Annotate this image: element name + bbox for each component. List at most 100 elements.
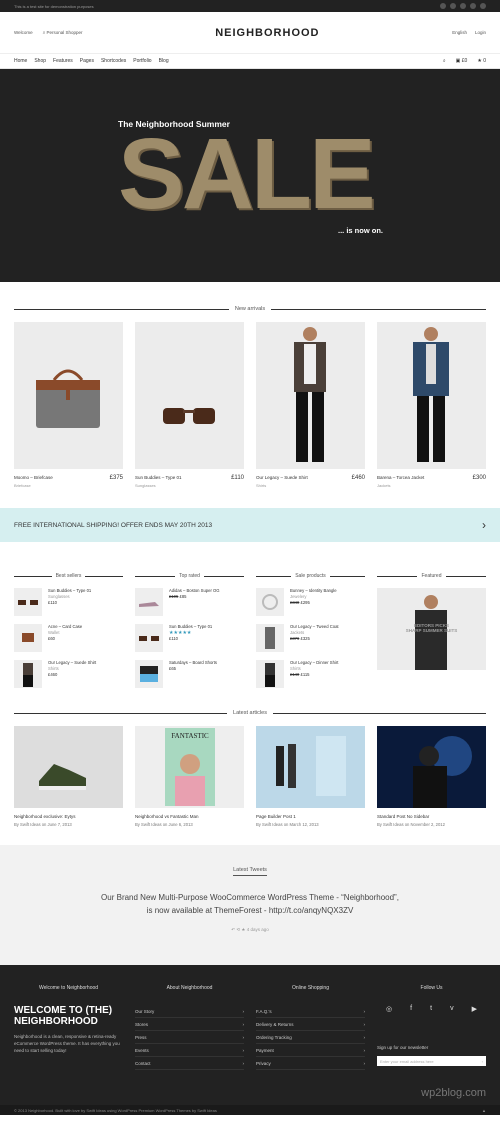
list-item[interactable]: Our Legacy – Tweed Coat Jackets £376 £325: [256, 624, 365, 660]
product-image-suede-shirt[interactable]: [256, 322, 365, 469]
facebook-icon[interactable]: f: [410, 1005, 412, 1013]
footer-link[interactable]: Contact ›: [135, 1057, 244, 1070]
vimeo-icon[interactable]: v: [450, 1005, 454, 1013]
article-title[interactable]: Standard Post No Sidebar: [377, 814, 486, 819]
footer-link[interactable]: Our Story ›: [135, 1005, 244, 1018]
newsletter-input[interactable]: Enter your email address here ›: [377, 1056, 486, 1066]
product-image-sunglasses[interactable]: [135, 322, 244, 469]
cart-button[interactable]: ▣ £0: [456, 58, 468, 64]
dribbble-icon[interactable]: ◎: [386, 1005, 392, 1013]
product-card[interactable]: Barena – Torcea Jacket £300 Jackets: [377, 322, 486, 488]
arrow-right-icon[interactable]: ›: [482, 1059, 483, 1064]
article-title[interactable]: Neighborhood exclusive: Eytys: [14, 814, 123, 819]
chevron-right-icon[interactable]: ›: [482, 518, 486, 532]
product-name[interactable]: Sun Buddies – Type 01: [135, 475, 181, 481]
youtube-icon[interactable]: [480, 3, 486, 9]
favorite-icon[interactable]: ★: [241, 927, 245, 932]
product-card[interactable]: Moomo – Briefcase £375 Briefcase: [14, 322, 123, 488]
list-item[interactable]: Adidas – Boston Super OG £105 £85: [135, 588, 244, 624]
featured-promo[interactable]: EDITORS PICKS SHARP SUMMER SUITS: [377, 588, 486, 670]
vimeo-icon[interactable]: [470, 3, 476, 9]
site-logo[interactable]: NEIGHBORHOOD: [215, 27, 319, 39]
item-name[interactable]: Saturdays – Board Shorts: [169, 660, 217, 666]
product-thumb[interactable]: [256, 588, 284, 616]
article-title[interactable]: Page Builder Post 1: [256, 814, 365, 819]
product-card[interactable]: Sun Buddies – Type 01 £110 Sunglasses: [135, 322, 244, 488]
article-card[interactable]: Page Builder Post 1 By Swift Ideas on Ma…: [256, 726, 365, 827]
tweet-line2[interactable]: is now available at ThemeForest - http:/…: [70, 904, 430, 917]
shipping-banner[interactable]: FREE INTERNATIONAL SHIPPING! OFFER ENDS …: [0, 508, 500, 542]
product-image-briefcase[interactable]: [14, 322, 123, 469]
footer-link[interactable]: Privacy ›: [256, 1057, 365, 1070]
article-image-standard-post[interactable]: [377, 726, 486, 808]
footer-link-label: Press: [135, 1034, 147, 1040]
product-name[interactable]: Barena – Torcea Jacket: [377, 475, 424, 481]
product-category[interactable]: Jackets: [377, 483, 486, 488]
product-thumb[interactable]: [14, 588, 42, 616]
list-item[interactable]: Bunney – Identity Bangle Jewelery £348 £29…: [256, 588, 365, 624]
login-link[interactable]: Login: [475, 30, 486, 35]
wishlist-button[interactable]: ★ 0: [477, 58, 486, 64]
article-image-eytys[interactable]: [14, 726, 123, 808]
twitter-icon[interactable]: t: [430, 1005, 432, 1013]
latest-tweets: Latest Tweets Our Brand New Multi-Purpos…: [0, 845, 500, 965]
dribbble-icon[interactable]: [440, 3, 446, 9]
hero-banner[interactable]: The Neighborhood Summer SALE ... is now …: [0, 69, 500, 282]
nav-shop[interactable]: Shop: [34, 58, 46, 64]
nav-pages[interactable]: Pages: [80, 58, 94, 64]
product-category[interactable]: Shirts: [256, 483, 365, 488]
reply-icon[interactable]: ↶: [231, 927, 235, 932]
product-name[interactable]: Our Legacy – Suede Shirt: [256, 475, 308, 481]
list-item[interactable]: Our Legacy – Suede Shirt Shirts £460: [14, 660, 123, 696]
footer-shopping-title: Online Shopping: [292, 985, 329, 991]
product-image-jacket[interactable]: [377, 322, 486, 469]
article-image-fantastic-man[interactable]: FANTASTIC: [135, 726, 244, 808]
product-thumb[interactable]: [256, 660, 284, 688]
nav-home[interactable]: Home: [14, 58, 27, 64]
article-card[interactable]: Standard Post No Sidebar By Swift Ideas …: [377, 726, 486, 827]
scroll-top-icon[interactable]: ▲: [482, 1108, 486, 1113]
list-item[interactable]: Saturdays – Board Shorts £65: [135, 660, 244, 696]
nav-features[interactable]: Features: [53, 58, 73, 64]
product-thumb[interactable]: [14, 624, 42, 652]
product-thumb[interactable]: [135, 660, 163, 688]
nav-blog[interactable]: Blog: [159, 58, 169, 64]
facebook-icon[interactable]: [450, 3, 456, 9]
product-thumb[interactable]: [135, 624, 163, 652]
list-item[interactable]: Sun Buddies – Type 01 ★★★★★ £110: [135, 624, 244, 660]
retweet-icon[interactable]: ⟲: [236, 927, 240, 932]
product-card[interactable]: Our Legacy – Suede Shirt £460 Shirts: [256, 322, 365, 488]
footer-link[interactable]: Delivery & Returns ›: [256, 1018, 365, 1031]
product-thumb[interactable]: [256, 624, 284, 652]
chevron-right-icon: ›: [363, 1060, 366, 1066]
footer-link[interactable]: F.A.Q.'s ›: [256, 1005, 365, 1018]
footer-about: About Neighborhood Our Story › Stores › Pr…: [135, 985, 244, 1070]
language-select[interactable]: English: [452, 30, 467, 35]
footer-link[interactable]: Stores ›: [135, 1018, 244, 1031]
youtube-icon[interactable]: ▶: [472, 1005, 477, 1013]
article-title[interactable]: Neighborhood vs Fantastic Man: [135, 814, 244, 819]
item-price: £110: [169, 636, 179, 641]
product-name[interactable]: Moomo – Briefcase: [14, 475, 53, 481]
list-item[interactable]: Sun Buddies – Type 01 Sunglasses £110: [14, 588, 123, 624]
personal-shopper-link[interactable]: ⌕ Personal Shopper: [43, 30, 83, 35]
list-item[interactable]: Our Legacy – Dinner Shirt Shirts £140 £115: [256, 660, 365, 696]
footer-link[interactable]: Ordering Tracking ›: [256, 1031, 365, 1044]
footer-link[interactable]: Press ›: [135, 1031, 244, 1044]
footer-link[interactable]: Events ›: [135, 1044, 244, 1057]
product-thumb[interactable]: [135, 588, 163, 616]
list-item[interactable]: Acne – Card Case Wallet £60: [14, 624, 123, 660]
twitter-icon[interactable]: [460, 3, 466, 9]
chevron-right-icon: ›: [242, 1008, 245, 1014]
product-thumb[interactable]: [14, 660, 42, 688]
article-card[interactable]: FANTASTIC Neighborhood vs Fantastic Man …: [135, 726, 244, 827]
nav-shortcodes[interactable]: Shortcodes: [101, 58, 126, 64]
welcome-link[interactable]: Welcome: [14, 30, 33, 35]
article-image-page-builder[interactable]: [256, 726, 365, 808]
product-category[interactable]: Sunglasses: [135, 483, 244, 488]
footer-link[interactable]: Payment ›: [256, 1044, 365, 1057]
product-category[interactable]: Briefcase: [14, 483, 123, 488]
article-card[interactable]: Neighborhood exclusive: Eytys By Swift I…: [14, 726, 123, 827]
search-icon[interactable]: ⌕: [443, 58, 446, 64]
nav-portfolio[interactable]: Portfolio: [133, 58, 151, 64]
